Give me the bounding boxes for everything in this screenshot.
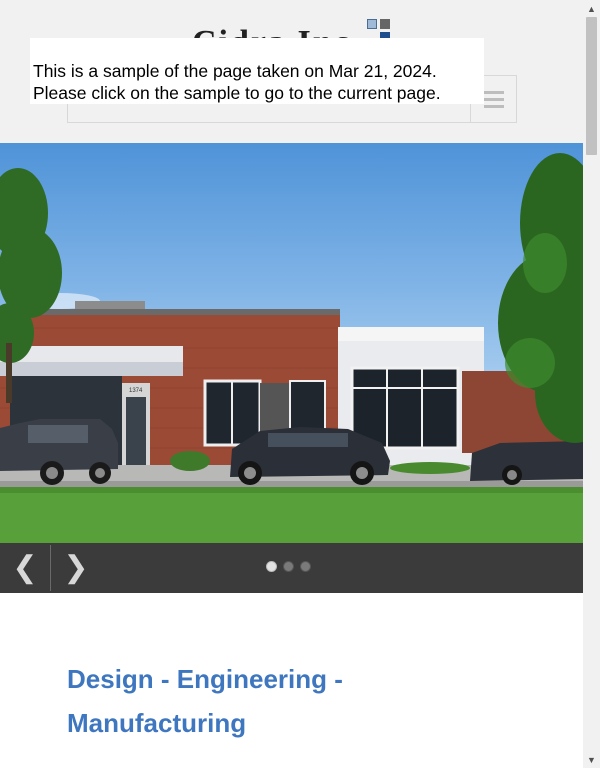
archive-notice[interactable]: This is a sample of the page taken on Ma… [30,38,484,104]
main-content: Design - Engineering - Manufacturing [0,593,583,768]
slider-pagination [266,561,311,572]
page-heading: Design - Engineering - Manufacturing [67,664,343,738]
archive-notice-line-1: This is a sample of the page taken on Ma… [33,61,437,81]
scroll-down-arrow-icon[interactable]: ▼ [583,751,600,768]
slide-dot-3[interactable] [300,561,311,572]
building-photo: 1374 [0,153,583,543]
scrollbar-thumb[interactable] [586,17,597,155]
chevron-left-icon[interactable]: ❮ [0,543,50,593]
hero-slide-image: 1374 [0,143,583,543]
slider-controls: ❮ ❯ [0,543,583,593]
slide-dot-1[interactable] [266,561,277,572]
address-number: 1374 [129,388,143,394]
page-viewport: Cidra Inc This is a sample of the page t… [0,0,583,768]
vertical-scrollbar[interactable]: ▲ ▼ [583,0,600,768]
scroll-up-arrow-icon[interactable]: ▲ [583,0,600,17]
site-header: Cidra Inc This is a sample of the page t… [0,0,583,143]
slide-dot-2[interactable] [283,561,294,572]
archive-notice-line-2: Please click on the sample to go to the … [33,83,441,103]
chevron-right-icon[interactable]: ❯ [51,543,101,593]
